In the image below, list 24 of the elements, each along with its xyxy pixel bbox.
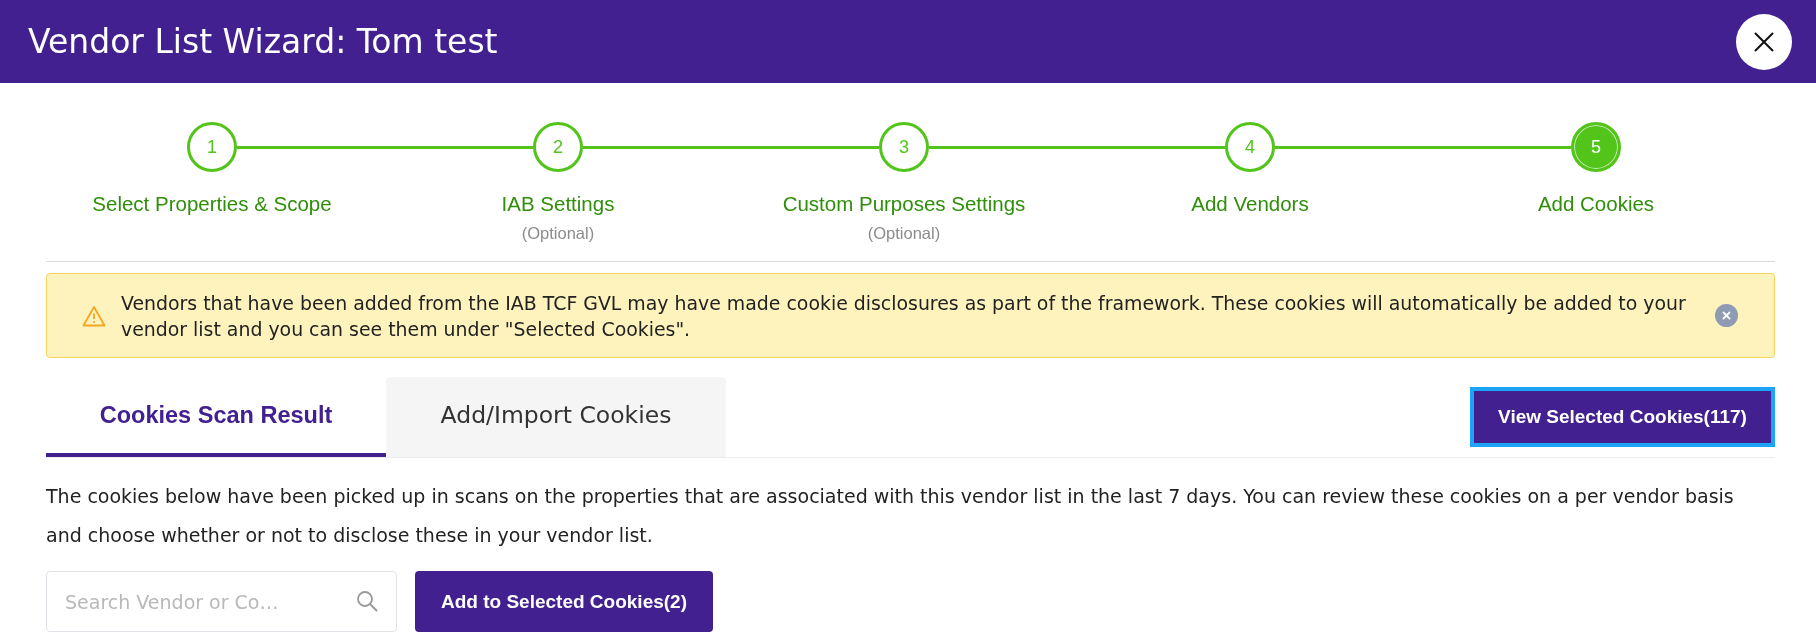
- step-label: Select Properties & Scope: [92, 191, 332, 216]
- step-circle: 1: [187, 122, 237, 172]
- step-label: IAB Settings: [501, 191, 615, 216]
- step-label: Add Vendors: [1191, 191, 1309, 216]
- search-field[interactable]: Search Vendor or Co…: [46, 571, 397, 632]
- step-note: (Optional): [521, 224, 595, 243]
- window-title: Vendor List Wizard: Tom test: [28, 22, 498, 61]
- add-to-selected-cookies-button[interactable]: Add to Selected Cookies(2): [415, 571, 713, 632]
- warning-icon: [82, 304, 106, 327]
- tab[interactable]: Add/Import Cookies: [386, 377, 726, 457]
- view-selected-cookies-button[interactable]: View Selected Cookies(117): [1470, 387, 1775, 447]
- close-icon: [1715, 304, 1738, 327]
- step-circle: 3: [879, 122, 929, 172]
- search-icon: [355, 589, 379, 613]
- step-circle: 2: [533, 122, 583, 172]
- dismiss-button[interactable]: [1715, 304, 1738, 327]
- step-label: Add Cookies: [1537, 191, 1655, 216]
- step-label: Custom Purposes Settings: [782, 191, 1026, 216]
- step-circle: 5: [1571, 122, 1621, 172]
- step-circle: 4: [1225, 122, 1275, 172]
- step-note: (Optional): [867, 224, 941, 243]
- close-icon: [1753, 30, 1775, 53]
- description-text: The cookies below have been picked up in scans on the properties that are associated with this vendor list in the last 7 days. You can review these cookies on a per vendor basis and choose whether or not to disclose these in your vendor list.: [46, 484, 1735, 548]
- alert-message: Vendors that have been added from the IAB TCF GVL may have made cookie disclosures as part of the framework. These cookies will automatically be added to your vendor list and you can see them under "Selected Cookies".: [121, 290, 1687, 342]
